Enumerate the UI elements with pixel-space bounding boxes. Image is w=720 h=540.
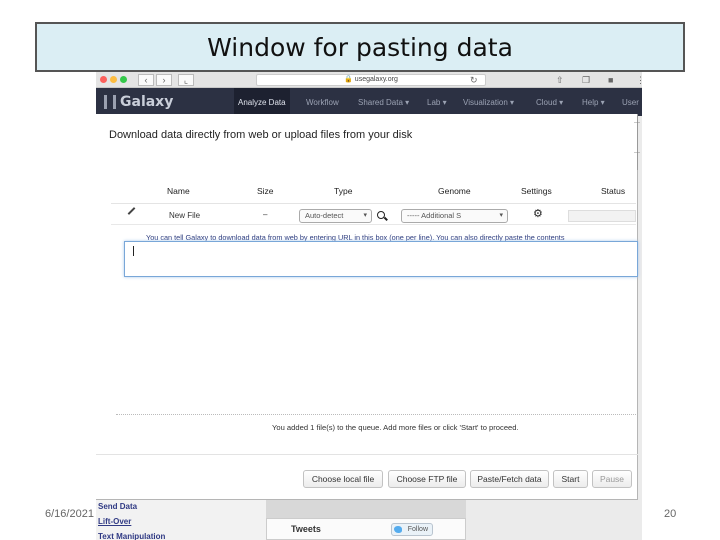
pencil-icon[interactable] [127, 207, 136, 215]
reload-icon[interactable]: ↻ [470, 74, 478, 86]
upload-dialog-title: Download data directly from web or uploa… [109, 129, 413, 141]
minimize-window-icon[interactable] [110, 76, 117, 83]
table-divider [111, 224, 636, 225]
column-genome: Genome [438, 186, 471, 196]
upload-progress-bar [568, 210, 636, 222]
browser-toolbar: ‹ › ⌞ 🔒 usegalaxy.org ↻ ⇧ ❐ ■ ⋮ [96, 72, 642, 88]
paste-fetch-data-button[interactable]: Paste/Fetch data [470, 470, 549, 488]
nav-cloud[interactable]: Cloud ▾ [536, 98, 563, 107]
close-window-icon[interactable] [100, 76, 107, 83]
text-cursor [133, 246, 134, 256]
slide-number: 20 [664, 508, 677, 520]
file-name[interactable]: New File [169, 211, 200, 220]
galaxy-logo-icon [104, 95, 116, 109]
zoom-window-icon[interactable] [120, 76, 127, 83]
chevron-down-icon: ▾ [499, 212, 503, 219]
scroll-down-icon[interactable]: — [634, 150, 640, 156]
share-icon[interactable]: ⇧ [556, 74, 564, 86]
choose-ftp-file-button[interactable]: Choose FTP file [388, 470, 466, 488]
tool-link-send-data[interactable]: Send Data [98, 502, 137, 511]
queue-message: You added 1 file(s) to the queue. Add mo… [272, 423, 519, 432]
back-button[interactable]: ‹ [138, 74, 154, 86]
add-tab-icon[interactable]: ■ [608, 74, 613, 86]
genome-select-value: ----- Additional S [407, 211, 462, 220]
chevron-down-icon: ▾ [363, 212, 367, 219]
tabs-icon[interactable]: ❐ [582, 74, 590, 86]
column-name: Name [167, 186, 190, 196]
tweets-panel: Tweets Follow [266, 518, 466, 540]
tweets-label: Tweets [291, 524, 321, 534]
nav-analyze-data[interactable]: Analyze Data [234, 88, 290, 116]
galaxy-brand[interactable]: Galaxy [120, 94, 173, 110]
start-button[interactable]: Start [553, 470, 588, 488]
footer-divider [96, 454, 638, 455]
tool-link-text-manipulation[interactable]: Text Manipulation [98, 532, 165, 540]
forward-button[interactable]: › [156, 74, 172, 86]
nav-help[interactable]: Help ▾ [582, 98, 605, 107]
search-icon[interactable] [377, 211, 385, 219]
address-bar[interactable]: 🔒 usegalaxy.org [256, 74, 486, 86]
table-divider [111, 203, 636, 204]
file-size: – [263, 210, 268, 219]
galaxy-screenshot: ‹ › ⌞ 🔒 usegalaxy.org ↻ ⇧ ❐ ■ ⋮ Galaxy A… [96, 72, 642, 540]
column-size: Size [257, 186, 274, 196]
queue-divider [116, 414, 636, 415]
paste-textarea[interactable] [124, 241, 638, 277]
column-type: Type [334, 186, 353, 196]
column-status: Status [601, 186, 626, 196]
choose-local-file-button[interactable]: Choose local file [303, 470, 383, 488]
address-bar-url: usegalaxy.org [354, 76, 398, 83]
upload-dialog: Download data directly from web or uploa… [96, 114, 640, 500]
nav-shared-data[interactable]: Shared Data ▾ [358, 98, 409, 107]
genome-select[interactable]: ----- Additional S ▾ [401, 209, 508, 223]
more-icon[interactable]: ⋮ [636, 74, 642, 86]
follow-label: Follow [407, 526, 428, 533]
column-settings: Settings [521, 186, 552, 196]
nav-workflow[interactable]: Workflow [306, 98, 339, 107]
slide-title: Window for pasting data [35, 22, 685, 72]
lock-icon: 🔒 [344, 76, 353, 83]
nav-visualization[interactable]: Visualization ▾ [463, 98, 514, 107]
slide-date: 6/16/2021 [45, 508, 94, 520]
twitter-bird-icon [394, 526, 402, 533]
gear-icon[interactable]: ⚙ [533, 208, 543, 220]
type-select[interactable]: Auto-detect ▾ [299, 209, 372, 223]
galaxy-masthead: Galaxy Analyze Data Workflow Shared Data… [96, 88, 642, 116]
nav-lab[interactable]: Lab ▾ [427, 98, 447, 107]
tool-link-lift-over[interactable]: Lift-Over [98, 517, 131, 526]
nav-user[interactable]: User [622, 98, 639, 107]
scroll-up-icon[interactable]: — [634, 120, 640, 126]
type-select-value: Auto-detect [305, 211, 344, 220]
follow-button[interactable]: Follow [391, 523, 433, 536]
slide: Window for pasting data ‹ › ⌞ 🔒 usegalax… [0, 0, 720, 540]
sidebar-toggle-icon[interactable]: ⌞ [178, 74, 194, 86]
pause-button[interactable]: Pause [592, 470, 632, 488]
